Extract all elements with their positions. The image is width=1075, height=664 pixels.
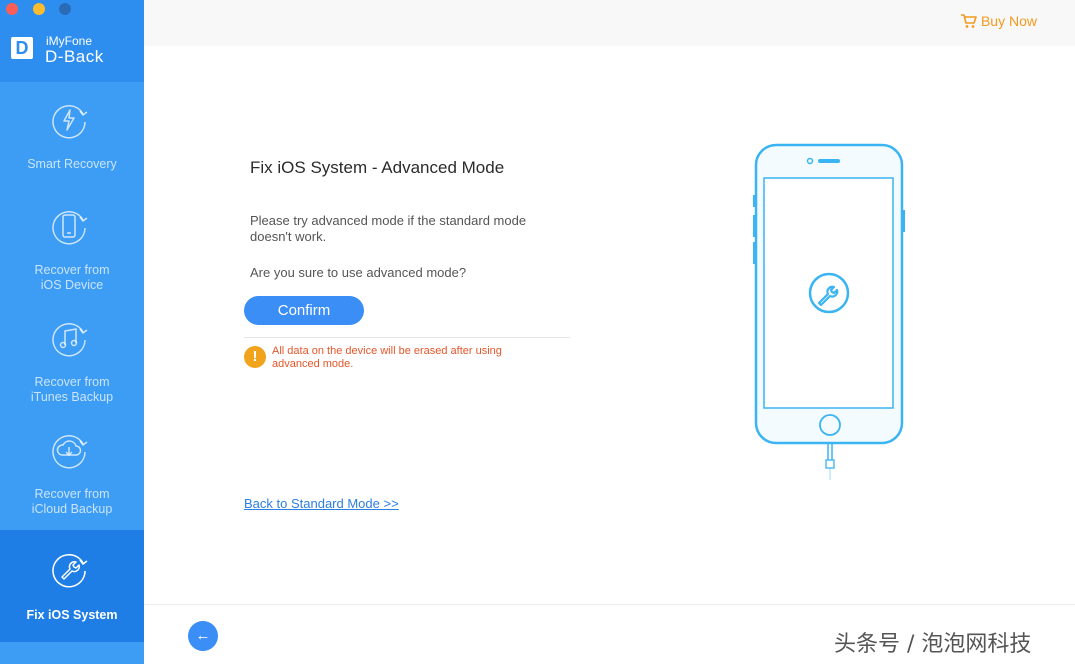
warning-text: All data on the device will be erased af… — [272, 345, 502, 370]
sidebar-item-fix-ios-system[interactable]: Fix iOS System — [0, 530, 144, 642]
cloud-download-refresh-icon — [52, 435, 88, 469]
sidebar-item-label: Recover from iOS Device — [34, 263, 110, 292]
music-note-refresh-icon — [52, 323, 88, 357]
app-logo: D — [11, 37, 33, 59]
watermark-text: 头条号 / 泡泡网科技 — [834, 632, 1032, 657]
zoom-window-button[interactable] — [59, 3, 71, 15]
wrench-refresh-icon — [52, 553, 88, 588]
confirm-button[interactable]: Confirm — [244, 296, 364, 325]
sidebar-item-icloud-backup[interactable]: Recover from iCloud Backup — [0, 418, 144, 530]
sidebar-header: D iMyFone D-Back — [0, 0, 144, 82]
description-text: Please try advanced mode if the standard… — [250, 213, 527, 244]
lightning-refresh-icon — [52, 105, 88, 139]
phone-refresh-icon — [52, 211, 88, 245]
warning-icon: ! — [244, 346, 266, 368]
brand-large: D-Back — [45, 47, 104, 66]
sidebar: D iMyFone D-Back Smart Recovery Recover … — [0, 0, 144, 664]
brand-small: iMyFone — [46, 34, 93, 48]
sidebar-item-label: Fix iOS System — [26, 608, 118, 622]
minimize-window-button[interactable] — [33, 3, 45, 15]
top-bar: Buy Now — [144, 0, 1075, 46]
close-window-button[interactable] — [6, 3, 18, 15]
iphone-illustration — [753, 143, 905, 480]
buy-now-label: Buy Now — [980, 13, 1037, 29]
divider — [244, 337, 570, 338]
back-arrow-button[interactable]: ← — [188, 621, 218, 651]
sidebar-item-itunes-backup[interactable]: Recover from iTunes Backup — [0, 306, 144, 418]
sidebar-item-ios-device[interactable]: Recover from iOS Device — [0, 194, 144, 306]
confirm-question: Are you sure to use advanced mode? — [250, 265, 467, 280]
sidebar-item-label: Recover from iCloud Backup — [31, 487, 113, 516]
cart-icon — [960, 14, 977, 28]
back-to-standard-mode-link[interactable]: Back to Standard Mode >> — [244, 496, 399, 511]
page-title: Fix iOS System - Advanced Mode — [250, 158, 505, 177]
footer-divider — [144, 604, 1075, 605]
sidebar-item-label: Smart Recovery — [27, 157, 117, 171]
buy-now-button[interactable]: Buy Now — [960, 13, 1037, 29]
sidebar-item-label: Recover from iTunes Backup — [30, 375, 114, 404]
sidebar-item-smart-recovery[interactable]: Smart Recovery — [0, 82, 144, 194]
